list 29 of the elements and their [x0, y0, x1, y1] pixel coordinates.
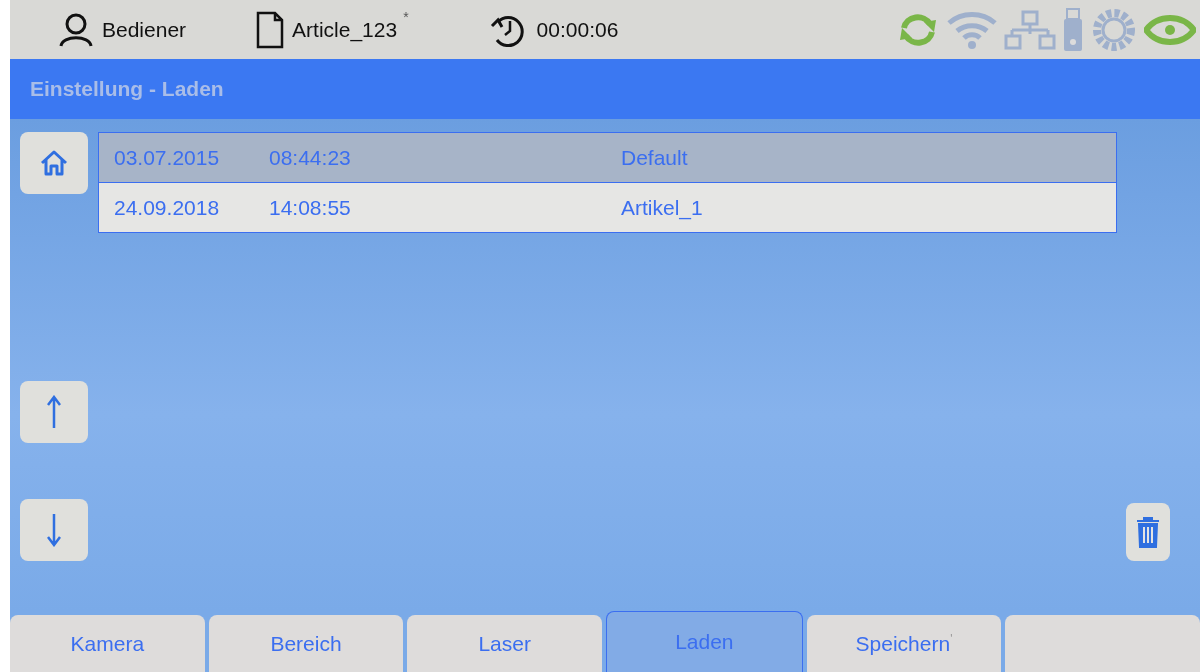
tab[interactable]: Kamera: [10, 615, 205, 672]
date-cell-text: 24.09.2018: [113, 195, 221, 220]
tab[interactable]: Laden: [606, 611, 803, 672]
table-row[interactable]: 24.09.2018 14:08:55 Artikel_1: [99, 183, 1116, 233]
file-name: Article_123: [292, 17, 398, 42]
trash-icon: [1135, 516, 1161, 549]
user-icon: [58, 12, 94, 47]
scroll-up-button[interactable]: [20, 381, 88, 444]
scroll-down-button[interactable]: [20, 499, 88, 562]
time-cell-text: 08:44:23: [269, 145, 352, 170]
name-cell: Artikel_1: [621, 195, 703, 220]
time-cell-text: 14:08:55: [269, 195, 352, 220]
document-icon: [256, 10, 285, 49]
name-cell: Default: [621, 145, 688, 170]
modified-mark: ': [950, 631, 953, 646]
delete-button[interactable]: [1126, 503, 1170, 562]
date-cell-text: 03.07.2015: [113, 145, 221, 170]
home-icon: [39, 149, 69, 178]
modified-mark: *: [403, 8, 409, 25]
timer-value: 00:00:06: [536, 17, 619, 42]
home-button[interactable]: [20, 132, 88, 195]
tab[interactable]: Speichern': [806, 615, 1002, 672]
tab[interactable]: Bereich: [208, 615, 404, 672]
arrow-up-icon: [46, 395, 62, 430]
arrow-down-icon: [46, 513, 62, 548]
screen-title: Einstellung - Laden: [30, 77, 224, 102]
table-row[interactable]: 03.07.2015 08:44:23 Default: [99, 133, 1116, 184]
user-name: Bediener: [102, 17, 187, 42]
tab[interactable]: Laser: [407, 615, 602, 672]
